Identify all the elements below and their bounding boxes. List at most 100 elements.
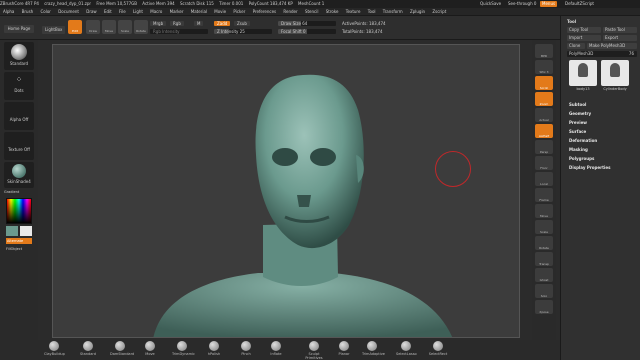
edit-mode-button[interactable]: Edit [68, 20, 82, 34]
tool-thumbnail-cylinder[interactable] [601, 60, 629, 86]
main-color-swatch[interactable] [6, 226, 18, 236]
hpolish-brush[interactable]: hPolish [204, 340, 224, 360]
quicksave-button[interactable]: QuickSave [480, 0, 501, 8]
canvas-viewport[interactable] [52, 44, 520, 338]
menu-transform[interactable]: Transform [383, 9, 403, 14]
gradient-toggle[interactable]: Gradient [4, 190, 34, 196]
menu-light[interactable]: Light [133, 9, 143, 14]
selectrect-brush[interactable]: SelectRect [428, 340, 448, 360]
bpr-button[interactable]: BPR [535, 44, 553, 58]
menu-zscript[interactable]: Zscript [432, 9, 446, 14]
lightbox-button[interactable]: LightBox [42, 26, 66, 34]
mrgb-button[interactable]: Mrgb [150, 21, 167, 26]
floor-button[interactable]: Floor [535, 156, 553, 170]
masking-section[interactable]: Masking [569, 147, 588, 152]
rotate-view-button[interactable]: Rotate [535, 236, 553, 250]
menu-draw[interactable]: Draw [86, 9, 96, 14]
zoom-button[interactable]: Zoom [535, 92, 553, 106]
sculpt-primitives-brush[interactable]: Sculpt Primitives [300, 340, 328, 360]
alternate-button[interactable]: Alternate [6, 238, 32, 244]
material-selector[interactable]: SkinShade4 [4, 162, 34, 188]
rgb-button[interactable]: Rgb [170, 21, 184, 26]
standard-brush[interactable]: Standard [78, 340, 98, 360]
rotate-mode-button[interactable]: Rotate [134, 20, 148, 34]
damstandard-brush[interactable]: DamStandard [110, 340, 134, 360]
menu-stencil[interactable]: Stencil [305, 9, 319, 14]
scale-view-button[interactable]: Scale [535, 220, 553, 234]
claybuildup-brush[interactable]: ClayBuildup [44, 340, 65, 360]
clone-button[interactable]: Clone [567, 43, 585, 49]
draw-size-slider[interactable]: Draw Size 64 [278, 21, 336, 26]
menu-stroke[interactable]: Stroke [326, 9, 339, 14]
draw-mode-button[interactable]: Draw [86, 20, 100, 34]
polymesh-slider[interactable]: PolyMesh3D 76 [567, 51, 637, 57]
menu-brush[interactable]: Brush [22, 9, 34, 14]
zsub-button[interactable]: Zsub [234, 21, 250, 26]
trimdynamic-brush[interactable]: TrimDynamic [172, 340, 195, 360]
home-page-button[interactable]: Home Page [4, 25, 34, 33]
menu-material[interactable]: Material [191, 9, 207, 14]
move-view-button[interactable]: Move [535, 204, 553, 218]
aahalf-button[interactable]: AAHalf [535, 124, 553, 138]
paste-tool-button[interactable]: Paste Tool [603, 27, 637, 33]
surface-section[interactable]: Surface [569, 129, 586, 134]
menu-tool[interactable]: Tool [368, 9, 376, 14]
texture-selector[interactable]: Texture Off [4, 132, 34, 160]
menu-document[interactable]: Document [58, 9, 79, 14]
display-properties-section[interactable]: Display Properties [569, 165, 610, 170]
deformation-section[interactable]: Deformation [569, 138, 597, 143]
move-brush[interactable]: Move [140, 340, 160, 360]
geometry-section[interactable]: Geometry [569, 111, 591, 116]
menu-color[interactable]: Color [40, 9, 50, 14]
persp-button[interactable]: Persp [535, 140, 553, 154]
menu-alpha[interactable]: Alpha [3, 9, 14, 14]
menu-zplugin[interactable]: Zplugin [410, 9, 425, 14]
trimadaptive-brush[interactable]: TrimAdaptive [362, 340, 385, 360]
ghost-button[interactable]: Ghost [535, 268, 553, 282]
subtool-section[interactable]: Subtool [569, 102, 586, 107]
polygroups-section[interactable]: Polygroups [569, 156, 594, 161]
menu-picker[interactable]: Picker [233, 9, 245, 14]
focal-shift-slider[interactable]: Focal Shift 0 [278, 29, 336, 34]
menus-button[interactable]: Menus [540, 1, 558, 7]
transp-button[interactable]: Transp [535, 252, 553, 266]
spix-button[interactable]: SPix 3 [535, 60, 553, 74]
secondary-color-swatch[interactable] [20, 226, 32, 236]
brush-selector[interactable]: Standard [4, 42, 34, 70]
default-zscript-button[interactable]: DefaultZScript [565, 0, 594, 8]
stroke-selector[interactable]: ⁘ Dots [4, 72, 34, 100]
export-button[interactable]: Export [603, 35, 637, 41]
selectlasso-brush[interactable]: SelectLasso [396, 340, 417, 360]
move-mode-button[interactable]: Move [102, 20, 116, 34]
menu-edit[interactable]: Edit [104, 9, 112, 14]
menu-file[interactable]: File [119, 9, 126, 14]
menu-movie[interactable]: Movie [214, 9, 226, 14]
rgb-intensity-slider[interactable]: Rgb Intensity [150, 29, 208, 34]
menu-preferences[interactable]: Preferences [253, 9, 277, 14]
xpose-button[interactable]: Xpose [535, 300, 553, 314]
pinch-brush[interactable]: Pinch [236, 340, 256, 360]
see-through-slider[interactable]: See-through 0 [508, 0, 536, 8]
scroll-button[interactable]: Scroll [535, 76, 553, 90]
preview-section[interactable]: Preview [569, 120, 587, 125]
m-button[interactable]: M [194, 21, 204, 26]
actual-button[interactable]: Actual [535, 108, 553, 122]
solo-button[interactable]: Solo [535, 284, 553, 298]
zadd-button[interactable]: Zadd [214, 21, 231, 26]
tool-thumbnail-body[interactable] [569, 60, 597, 86]
menu-render[interactable]: Render [283, 9, 297, 14]
local-button[interactable]: Local [535, 172, 553, 186]
planar-brush[interactable]: Planar [334, 340, 354, 360]
menu-marker[interactable]: Marker [170, 9, 184, 14]
import-button[interactable]: Import [567, 35, 601, 41]
color-picker[interactable] [6, 198, 32, 224]
inflate-brush[interactable]: Inflate [266, 340, 286, 360]
menu-texture[interactable]: Texture [346, 9, 361, 14]
frame-button[interactable]: Frame [535, 188, 553, 202]
fill-object-button[interactable]: FillObject [6, 246, 32, 252]
z-intensity-slider[interactable]: Z Intensity 25 [214, 29, 272, 34]
scale-mode-button[interactable]: Scale [118, 20, 132, 34]
alpha-selector[interactable]: Alpha Off [4, 102, 34, 130]
menu-macro[interactable]: Macro [150, 9, 162, 14]
copy-tool-button[interactable]: Copy Tool [567, 27, 601, 33]
